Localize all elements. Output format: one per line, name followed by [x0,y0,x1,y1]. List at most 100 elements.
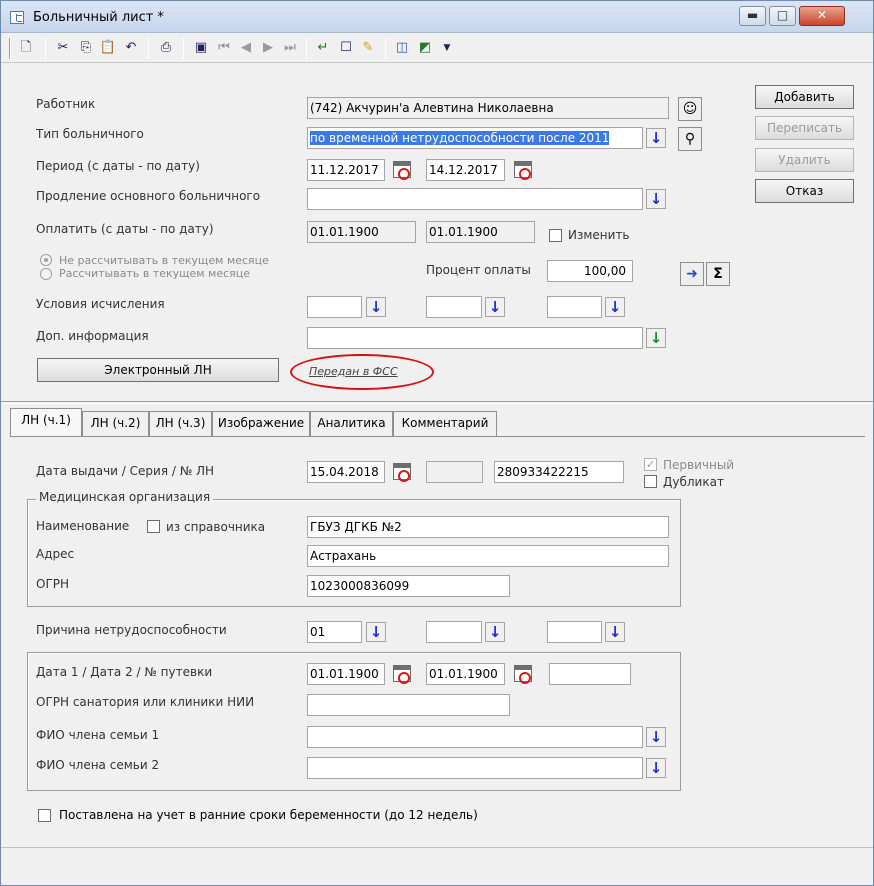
calendar-icon[interactable] [393,463,411,482]
sick-type-field[interactable]: по временной нетрудоспособности после 20… [307,127,643,149]
info-label: Доп. информация [36,329,149,343]
print-icon[interactable]: ⎙ [157,39,175,57]
tab-comment[interactable]: Комментарий [393,411,497,436]
from-directory-label: из справочника [166,520,266,534]
reason-field-2[interactable] [426,621,482,643]
toolbar-grip [9,38,11,59]
electronic-ln-button[interactable]: Электронный ЛН [37,358,279,382]
date2-field[interactable]: 01.01.1900 [426,663,505,685]
reason-dropdown-icon[interactable]: ↓ [485,622,505,642]
undo-icon[interactable]: ↶ [122,39,140,57]
duplicate-label: Дубликат [663,475,724,489]
refresh-icon[interactable]: ↵ [314,39,332,57]
info-field[interactable] [307,327,643,349]
condition-field-1[interactable] [307,296,362,318]
pay-to-field[interactable]: 01.01.1900 [426,221,535,243]
sum-icon[interactable]: Σ [706,262,730,286]
not-calc-radio[interactable] [40,254,52,266]
last-record-icon[interactable]: ⏭ [281,39,299,57]
tag-icon[interactable]: ✎ [359,39,377,57]
extension-field[interactable] [307,188,643,210]
close-record-icon[interactable]: ☐ [337,39,355,57]
dropdown-arrow-icon[interactable]: ▼ [438,39,456,57]
calc-radio[interactable] [40,268,52,280]
primary-checkbox[interactable]: ✓ [644,458,657,471]
duplicate-checkbox[interactable] [644,475,657,488]
extension-dropdown-icon[interactable]: ↓ [646,189,666,209]
next-record-icon[interactable]: ▶ [259,39,277,57]
reason-dropdown-icon[interactable]: ↓ [605,622,625,642]
date1-field[interactable]: 01.01.1900 [307,663,385,685]
save-icon[interactable]: ▣ [192,39,210,57]
pay-from-field[interactable]: 01.01.1900 [307,221,416,243]
person-icon[interactable]: ☺ [678,97,702,121]
fss-link[interactable]: Передан в ФСС [309,365,398,378]
percent-field[interactable]: 100,00 [547,260,633,282]
sick-type-dropdown-icon[interactable]: ↓ [646,128,666,148]
lookup-icon[interactable]: ⚲ [678,127,702,151]
address-field[interactable]: Астрахань [307,545,669,567]
filter-icon[interactable]: ◫ [393,39,411,57]
name-label: Наименование [36,519,130,533]
condition-field-2[interactable] [426,296,482,318]
condition-field-3[interactable] [547,296,602,318]
paste-icon[interactable]: 📋 [99,39,117,57]
calendar-icon[interactable] [514,665,532,684]
number-field[interactable]: 280933422215 [494,461,624,483]
first-record-icon[interactable]: ⏮ [215,39,233,57]
toolbar-separator [306,38,307,59]
splitter[interactable] [1,401,873,404]
issue-date-field[interactable]: 15.04.2018 [307,461,385,483]
calendar-icon[interactable] [393,665,411,684]
ogrn-field[interactable]: 1023000836099 [307,575,510,597]
family1-dropdown-icon[interactable]: ↓ [646,727,666,747]
family2-field[interactable] [307,757,643,779]
pregnancy-checkbox[interactable] [38,809,51,822]
condition-dropdown-icon[interactable]: ↓ [485,297,505,317]
calendar-icon[interactable] [514,161,532,180]
org-name-field[interactable]: ГБУЗ ДГКБ №2 [307,516,669,538]
chart-icon[interactable]: ◩ [416,39,434,57]
voucher-field[interactable] [549,663,631,685]
period-to-field[interactable]: 14.12.2017 [426,159,505,181]
info-dropdown-icon[interactable]: ↓ [646,328,666,348]
family2-dropdown-icon[interactable]: ↓ [646,758,666,778]
ogrn-label: ОГРН [36,577,70,591]
maximize-button[interactable]: □ [769,6,796,26]
family1-field[interactable] [307,726,643,748]
from-directory-checkbox[interactable] [147,520,160,533]
worker-label: Работник [36,97,96,111]
copy-icon[interactable]: ⎘ [77,39,95,57]
tab-image[interactable]: Изображение [212,411,310,436]
condition-dropdown-icon[interactable]: ↓ [605,297,625,317]
reason-field-3[interactable] [547,621,602,643]
tab-ln-part2[interactable]: ЛН (ч.2) [82,411,149,436]
cut-icon[interactable]: ✂ [54,39,72,57]
add-button[interactable]: Добавить [755,85,854,109]
fill-icon[interactable]: ➜ [680,262,704,286]
worker-field[interactable]: (742) Акчурин'а Алевтина Николаевна [307,97,669,119]
address-label: Адрес [36,547,75,561]
reason-field-1[interactable]: 01 [307,621,362,643]
dates-label: Дата 1 / Дата 2 / № путевки [36,665,213,679]
tab-analytics[interactable]: Аналитика [310,411,393,436]
change-checkbox[interactable] [549,229,562,242]
reason-dropdown-icon[interactable]: ↓ [366,622,386,642]
series-field[interactable] [426,461,483,483]
delete-button[interactable]: Удалить [755,148,854,172]
calc-label: Рассчитывать в текущем месяце [59,267,251,280]
conditions-label: Условия исчисления [36,297,165,311]
rewrite-button[interactable]: Переписать [755,116,854,140]
close-button[interactable]: ✕ [799,6,845,26]
period-from-field[interactable]: 11.12.2017 [307,159,385,181]
calendar-icon[interactable] [393,161,411,180]
tab-ln-part3[interactable]: ЛН (ч.3) [149,411,212,436]
prev-record-icon[interactable]: ◀ [237,39,255,57]
condition-dropdown-icon[interactable]: ↓ [366,297,386,317]
sanatorium-ogrn-field[interactable] [307,694,510,716]
primary-label: Первичный [663,458,735,472]
new-document-icon[interactable]: 🗋 [17,39,35,57]
tab-ln-part1[interactable]: ЛН (ч.1) [10,408,82,437]
cancel-button[interactable]: Отказ [755,179,854,203]
minimize-button[interactable]: ▬ [739,6,766,26]
